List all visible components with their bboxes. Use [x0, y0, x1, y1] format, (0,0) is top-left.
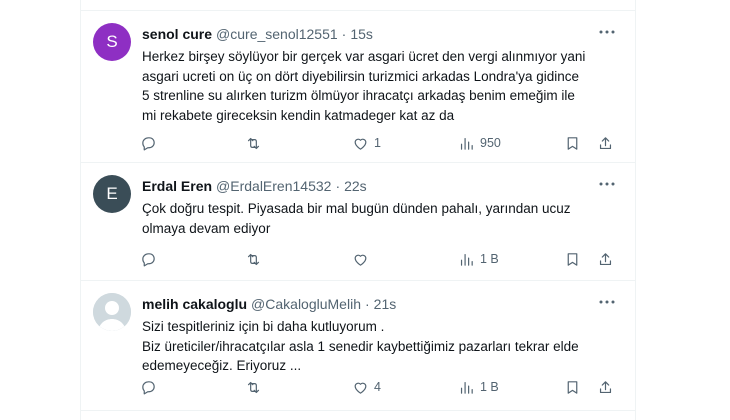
tweet-reply[interactable]: melih cakaloglu @CakalogluMelih · 21s Si… — [80, 281, 636, 411]
more-dots-icon[interactable] — [598, 25, 616, 39]
separator-dot: · — [341, 26, 347, 42]
retweet-button[interactable] — [245, 133, 262, 153]
share-button[interactable] — [597, 249, 614, 269]
avatar-letter: S — [106, 32, 118, 51]
more-dots-icon[interactable] — [598, 177, 616, 191]
retweet-button[interactable] — [245, 249, 262, 269]
like-count: 4 — [374, 380, 381, 394]
share-button[interactable] — [597, 133, 614, 153]
views-count: 950 — [480, 136, 501, 150]
bookmark-button[interactable] — [564, 377, 581, 397]
views-count: 1 B — [480, 252, 499, 266]
tweet-text-line: edemeyeceğiz. Eriyoruz ... — [142, 358, 302, 373]
tweet-text-line: Biz üreticiler/ihracatçılar asla 1 sened… — [142, 338, 579, 354]
retweet-icon — [247, 253, 260, 265]
tweet-text-line: olmaya devam ediyor — [142, 220, 271, 236]
retweet-button[interactable] — [245, 377, 262, 397]
views-button[interactable]: 1 B — [458, 249, 499, 269]
reply-icon — [142, 380, 155, 394]
tweet-header: senol cure @cure_senol12551 · 15s — [142, 26, 373, 42]
default-avatar-icon — [93, 293, 131, 331]
tweet-reply[interactable]: S senol cure @cure_senol12551 · 15s Herk… — [80, 10, 636, 163]
tweet-text-line: asgari ucreti on üç on dört diyebilirsin… — [142, 68, 580, 84]
avatar[interactable]: E — [93, 175, 131, 213]
heart-icon — [354, 138, 367, 150]
reply-button[interactable] — [140, 133, 157, 153]
views-chart-icon — [460, 381, 473, 394]
reply-icon — [142, 252, 155, 266]
tweet-text-line: Çok doğru tespit. Piyasada bir mal bugün… — [142, 201, 571, 216]
user-handle[interactable]: @cure_senol12551 — [216, 26, 338, 42]
tweet-text-line: 5 strenline su alırken turizm ölmüyor ih… — [142, 88, 575, 103]
share-button[interactable] — [597, 377, 614, 397]
like-button[interactable]: 4 — [352, 377, 381, 397]
like-button[interactable]: 1 — [352, 133, 381, 153]
heart-icon — [354, 382, 367, 394]
tweet-text: Çok doğru tespit. Piyasada bir mal bugün… — [142, 199, 622, 238]
tweet-time[interactable]: 22s — [344, 178, 367, 194]
user-name[interactable]: senol cure — [142, 26, 212, 42]
tweet-time[interactable]: 15s — [350, 26, 373, 42]
tweet-header: Erdal Eren @ErdalEren14532 · 22s — [142, 178, 367, 194]
bookmark-icon — [567, 136, 578, 150]
separator-dot: · — [364, 296, 370, 312]
tweet-time[interactable]: 21s — [374, 296, 397, 312]
tweet-text: Sizi tespitleriniz için bi daha kutluyor… — [142, 317, 622, 376]
tweet-actions: 1 B — [140, 249, 620, 269]
user-name[interactable]: melih cakaloglu — [142, 296, 247, 312]
tweet-text-line: Herkez birşey söylüyor bir gerçek var as… — [142, 49, 586, 64]
tweet-text: Herkez birşey söylüyor bir gerçek var as… — [142, 47, 622, 125]
like-button[interactable] — [352, 249, 369, 269]
like-count: 1 — [374, 136, 381, 150]
user-handle[interactable]: @CakalogluMelih — [251, 296, 361, 312]
user-handle[interactable]: @ErdalEren14532 — [216, 178, 331, 194]
share-icon — [599, 252, 612, 265]
tweet-text-line: Sizi tespitleriniz için bi daha kutluyor… — [142, 319, 385, 334]
retweet-icon — [247, 137, 260, 149]
tweet-text-line: mi rekabete gireceksin kendin katmadeger… — [142, 107, 455, 123]
avatar-letter: E — [106, 184, 118, 203]
retweet-icon — [247, 381, 260, 393]
avatar[interactable]: S — [93, 23, 131, 61]
bookmark-button[interactable] — [564, 249, 581, 269]
views-button[interactable]: 950 — [458, 133, 501, 153]
share-icon — [599, 136, 612, 149]
bookmark-icon — [567, 252, 578, 266]
separator-dot: · — [335, 178, 341, 194]
tweet-actions: 4 1 B — [140, 377, 620, 397]
tweet-actions: 1 950 — [140, 133, 620, 153]
reply-button[interactable] — [140, 249, 157, 269]
tweet-reply[interactable]: E Erdal Eren @ErdalEren14532 · 22s Çok d… — [80, 163, 636, 281]
views-chart-icon — [460, 253, 473, 266]
share-icon — [599, 380, 612, 393]
heart-icon — [354, 254, 367, 266]
reply-icon — [142, 136, 155, 150]
views-count: 1 B — [480, 380, 499, 394]
bookmark-icon — [567, 380, 578, 394]
user-name[interactable]: Erdal Eren — [142, 178, 212, 194]
bookmark-button[interactable] — [564, 133, 581, 153]
views-button[interactable]: 1 B — [458, 377, 499, 397]
reply-button[interactable] — [140, 377, 157, 397]
tweet-header: melih cakaloglu @CakalogluMelih · 21s — [142, 296, 396, 312]
more-dots-icon[interactable] — [598, 295, 616, 309]
avatar[interactable] — [93, 293, 131, 331]
views-chart-icon — [460, 137, 473, 150]
